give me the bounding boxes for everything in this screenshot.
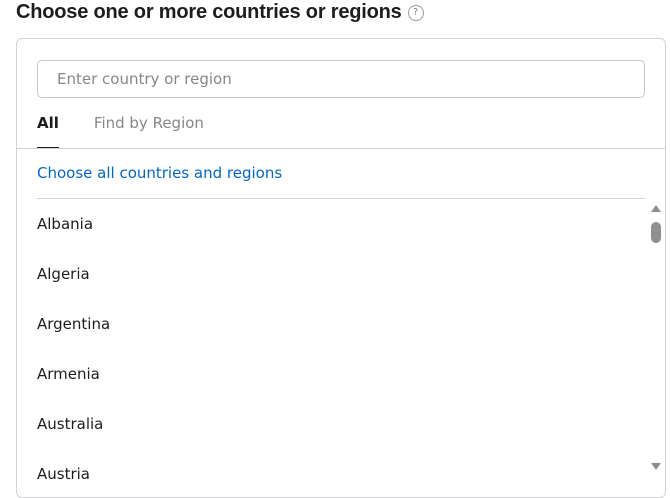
country-item-australia[interactable]: Australia bbox=[37, 399, 645, 449]
country-item-algeria[interactable]: Algeria bbox=[37, 249, 645, 299]
scroll-thumb[interactable] bbox=[651, 222, 661, 243]
country-item-armenia[interactable]: Armenia bbox=[37, 349, 645, 399]
country-item-albania[interactable]: Albania bbox=[37, 199, 645, 249]
tab-all[interactable]: All bbox=[37, 111, 59, 149]
list-scrollbar[interactable] bbox=[648, 199, 664, 477]
tab-bar: All Find by Region bbox=[37, 111, 204, 149]
help-icon[interactable]: ? bbox=[407, 4, 424, 21]
tab-find-by-region[interactable]: Find by Region bbox=[94, 111, 204, 149]
country-picker-panel: All Find by Region Choose all countries … bbox=[16, 38, 666, 498]
country-search-input[interactable] bbox=[37, 60, 645, 98]
tabs-divider bbox=[17, 148, 665, 149]
country-item-austria[interactable]: Austria bbox=[37, 449, 645, 497]
country-list: Albania Algeria Argentina Armenia Austra… bbox=[37, 199, 645, 497]
page-header: Choose one or more countries or regions … bbox=[16, 0, 424, 24]
choose-all-link[interactable]: Choose all countries and regions bbox=[37, 164, 282, 182]
scroll-down-icon[interactable] bbox=[651, 463, 661, 470]
country-item-argentina[interactable]: Argentina bbox=[37, 299, 645, 349]
page-title: Choose one or more countries or regions bbox=[16, 0, 402, 23]
scroll-up-icon[interactable] bbox=[651, 205, 661, 212]
